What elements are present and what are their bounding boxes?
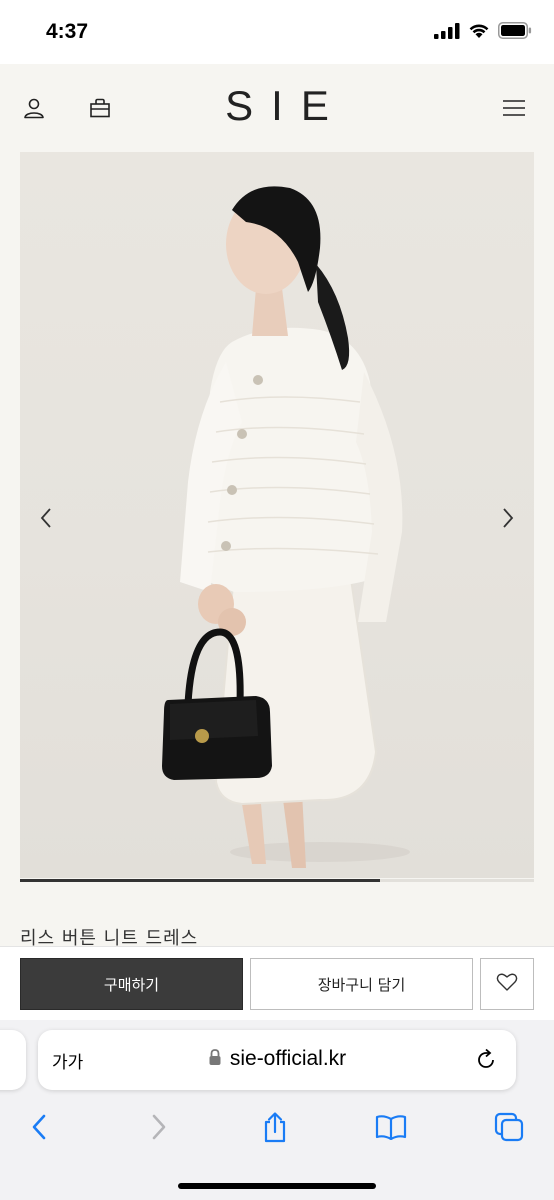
status-bar: 4:37 xyxy=(0,0,554,64)
battery-icon xyxy=(498,22,532,43)
status-time: 4:37 xyxy=(46,20,89,43)
browser-chrome: 가가 sie-official.kr xyxy=(0,1020,554,1200)
menu-icon[interactable] xyxy=(500,94,528,122)
heart-icon xyxy=(496,972,518,996)
status-icons xyxy=(434,22,532,43)
browser-toolbar xyxy=(0,1106,554,1150)
back-icon[interactable] xyxy=(22,1110,56,1144)
site-header: SIE xyxy=(0,64,554,152)
gallery-prev-arrow-icon[interactable] xyxy=(34,504,58,532)
product-image[interactable] xyxy=(20,152,534,878)
wishlist-button[interactable] xyxy=(480,958,534,1010)
share-icon[interactable] xyxy=(258,1110,292,1144)
url-display[interactable]: sie-official.kr xyxy=(38,1047,516,1071)
home-indicator xyxy=(178,1183,376,1189)
add-to-cart-button[interactable]: 장바구니 담기 xyxy=(250,958,473,1010)
reload-icon[interactable] xyxy=(472,1046,500,1074)
buy-now-button[interactable]: 구매하기 xyxy=(20,958,243,1010)
gallery-progress-fill xyxy=(20,879,380,882)
gallery-next-arrow-icon[interactable] xyxy=(496,504,520,532)
site-logo[interactable]: SIE xyxy=(0,82,554,130)
forward-icon[interactable] xyxy=(142,1110,176,1144)
web-content: SIE 리스 버튼 니트 드레스 xyxy=(0,64,554,1020)
model-illustration xyxy=(162,186,410,868)
tabs-icon[interactable] xyxy=(492,1110,526,1144)
purchase-action-bar: 구매하기 장바구니 담기 xyxy=(0,946,554,1020)
url-text: sie-official.kr xyxy=(229,1047,347,1070)
cellular-signal-icon xyxy=(434,22,460,43)
lock-icon xyxy=(208,1048,222,1070)
previous-tab-card[interactable] xyxy=(0,1030,26,1090)
address-bar[interactable]: 가가 sie-official.kr xyxy=(38,1030,516,1090)
bookmarks-icon[interactable] xyxy=(374,1110,408,1144)
gallery-progress-track xyxy=(20,879,534,882)
wifi-icon xyxy=(468,23,490,43)
